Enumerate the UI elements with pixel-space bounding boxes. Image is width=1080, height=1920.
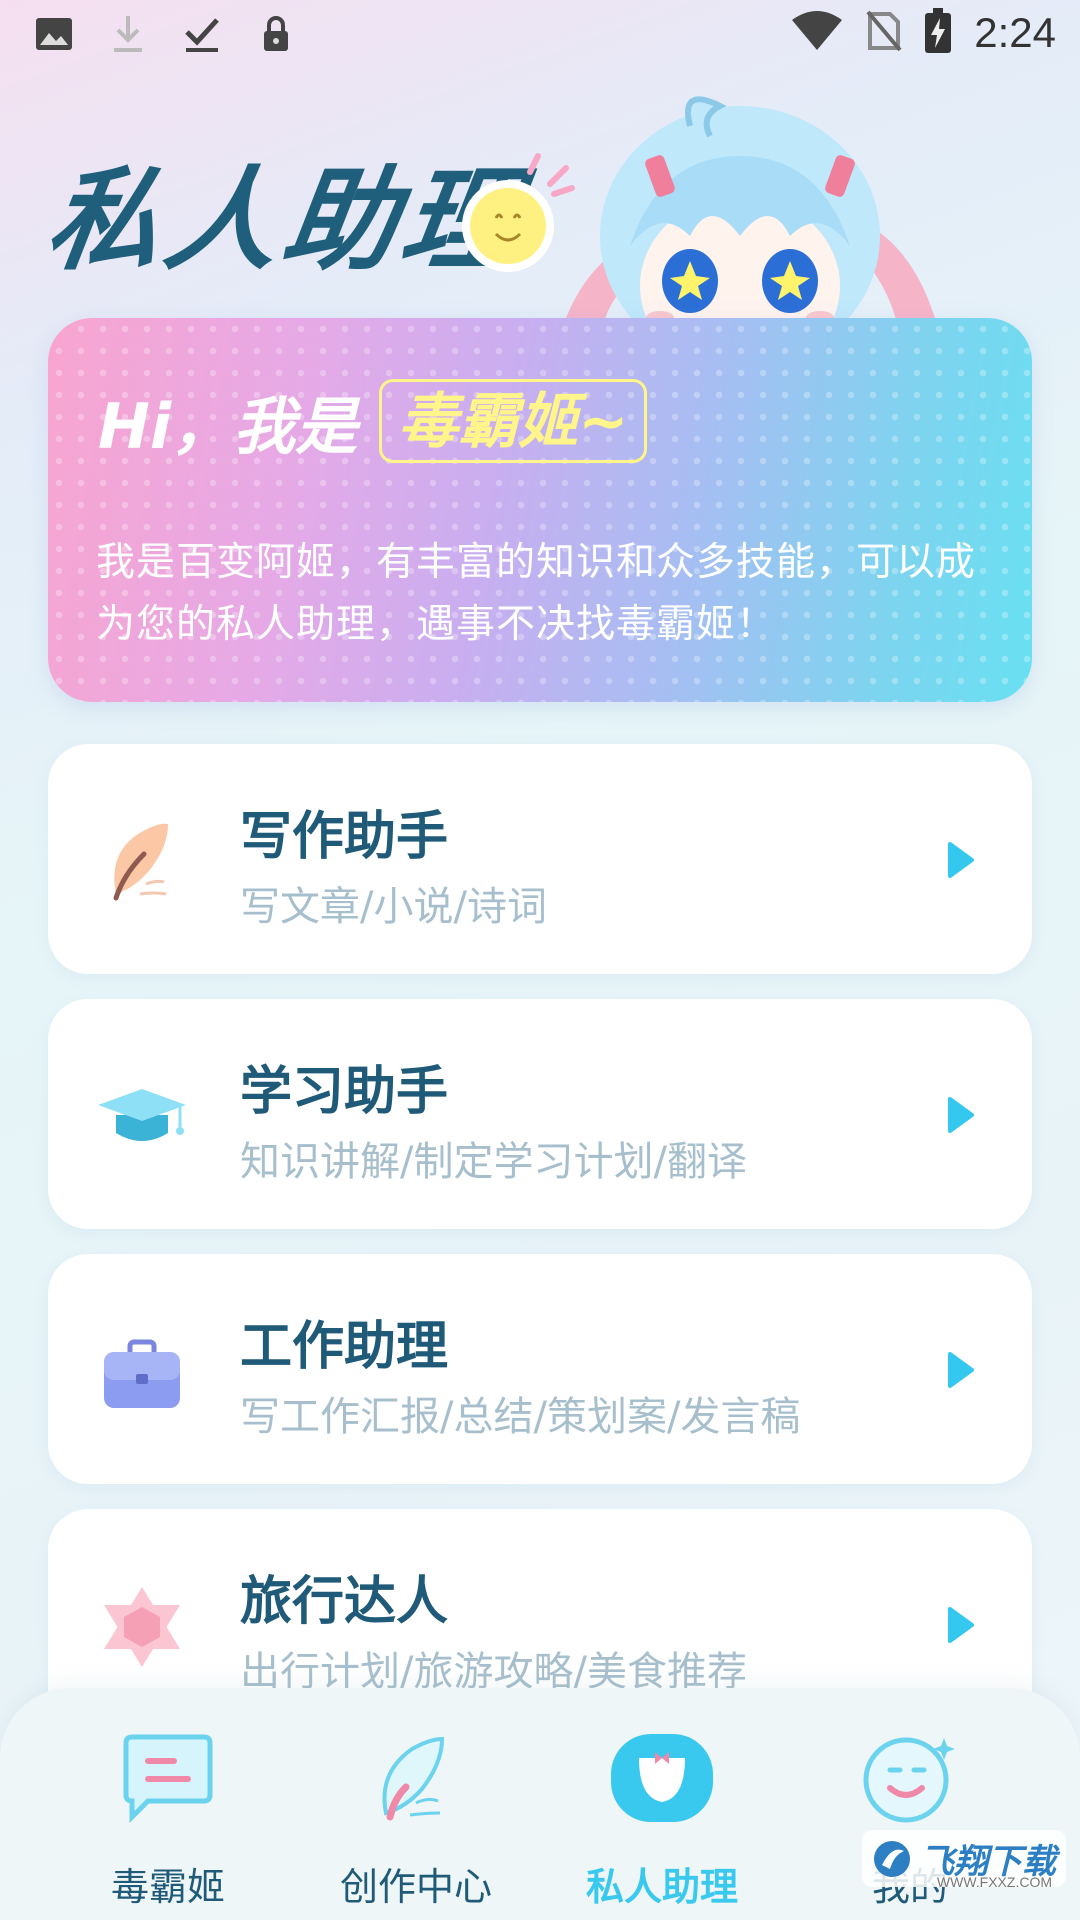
feather-pen-icon — [113, 823, 168, 901]
study-assistant-card[interactable]: 学习助手 知识讲解/制定学习计划/翻译 — [48, 999, 1032, 1229]
card-subtitle: 写工作汇报/总结/策划案/发言稿 — [240, 1394, 801, 1440]
greeting-text: Hi，我是 — [98, 390, 358, 463]
play-arrow-icon — [948, 1352, 974, 1388]
card-title: 学习助手 — [240, 1062, 449, 1122]
nav-item-personal-assistant[interactable]: 私人助理 — [562, 1728, 762, 1911]
nav-label: 私人助理 — [585, 1865, 738, 1909]
card-subtitle: 写文章/小说/诗词 — [240, 884, 547, 930]
work-assistant-card[interactable]: 工作助理 写工作汇报/总结/策划案/发言稿 — [48, 1254, 1032, 1484]
nav-item-creation-center[interactable]: 创作中心 — [316, 1728, 516, 1911]
play-arrow-icon — [948, 1607, 974, 1643]
card-title: 工作助理 — [240, 1317, 449, 1377]
graduation-cap-icon — [98, 1089, 186, 1141]
nav-label: 毒霸姬 — [110, 1865, 225, 1909]
hexagram-icon — [104, 1587, 180, 1667]
card-title: 写作助手 — [240, 807, 449, 867]
smile-face-icon — [855, 1728, 965, 1828]
no-sim-icon — [866, 10, 902, 56]
card-title: 旅行达人 — [240, 1572, 449, 1632]
writing-assistant-card[interactable]: 写作助手 写文章/小说/诗词 — [48, 744, 1032, 974]
watermark-url: WWW.FXXZ.COM — [936, 1874, 1052, 1890]
download-done-icon — [182, 14, 222, 54]
status-time: 2:24 — [974, 9, 1056, 56]
feather-icon — [361, 1728, 471, 1828]
card-subtitle: 知识讲解/制定学习计划/翻译 — [240, 1139, 747, 1185]
wifi-icon — [790, 10, 844, 56]
hero-greeting: Hi，我是 毒霸姬~ — [98, 376, 648, 466]
chat-icon — [113, 1728, 223, 1828]
nav-label: 创作中心 — [339, 1865, 492, 1909]
nav-item-dubaji[interactable]: 毒霸姬 — [68, 1728, 268, 1911]
watermark-logo: 飞翔下载 WWW.FXXZ.COM — [862, 1830, 1066, 1890]
lock-icon — [256, 14, 296, 54]
image-icon — [34, 14, 74, 54]
intro-card: Hi，我是 毒霸姬~ 我是百变阿姬，有丰富的知识和众多技能，可以成为您的私人助理… — [48, 318, 1032, 702]
play-arrow-icon — [948, 1097, 974, 1133]
fxxz-logo-icon — [874, 1840, 910, 1877]
play-arrow-icon — [948, 842, 974, 878]
download-icon — [108, 14, 148, 54]
intro-description: 我是百变阿姬，有丰富的知识和众多技能，可以成为您的私人助理，遇事不决找毒霸姬！ — [96, 540, 977, 647]
mascot-image — [540, 96, 960, 336]
assistant-icon — [607, 1728, 717, 1828]
assistant-name: 毒霸姬~ — [379, 379, 648, 463]
feature-list: 写作助手 写文章/小说/诗词 学习助手 知识讲解/制定学习计划/翻译 工作助理 … — [48, 744, 1032, 1764]
battery-charging-icon — [924, 8, 952, 58]
status-bar: 2:24 — [0, 0, 1080, 76]
briefcase-icon — [104, 1339, 180, 1408]
